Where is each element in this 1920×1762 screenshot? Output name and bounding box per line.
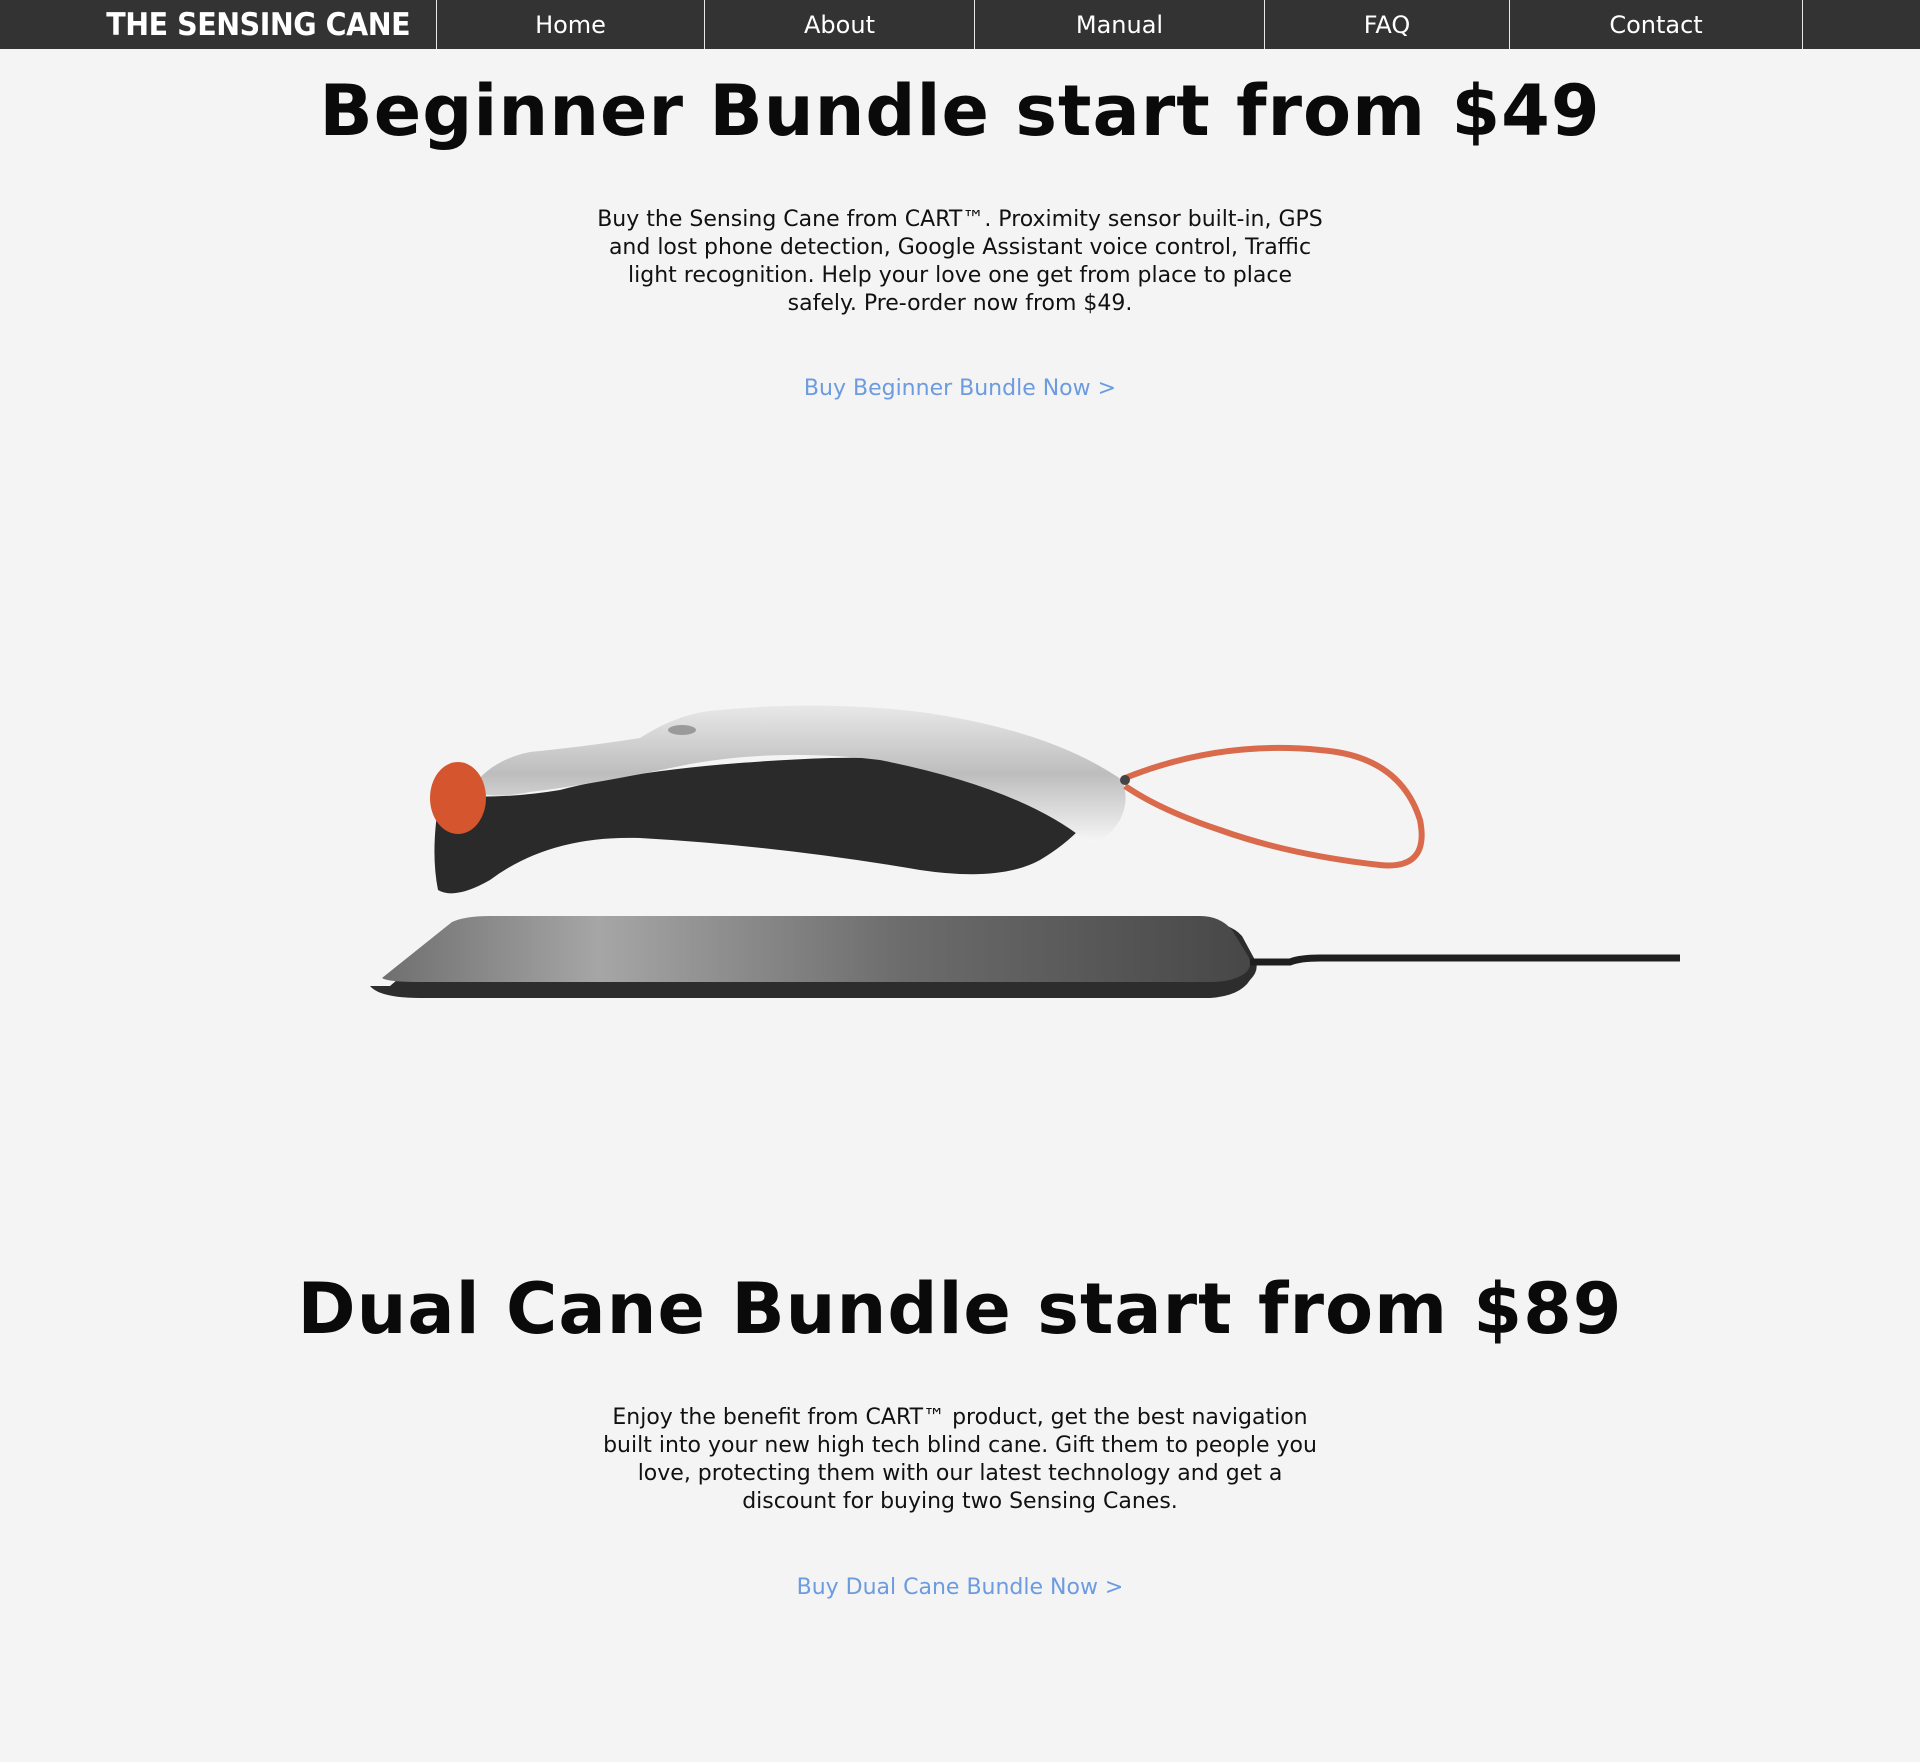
buy-dual-bundle-link[interactable]: Buy Dual Cane Bundle Now > <box>797 1575 1124 1600</box>
cane-handle <box>430 705 1126 894</box>
orange-button-icon <box>430 762 486 834</box>
dual-bundle-section: Dual Cane Bundle start from $89 <box>0 1268 1920 1350</box>
dual-bundle-description-wrap: Enjoy the benefit from CART™ product, ge… <box>0 1404 1920 1516</box>
nav-item-home[interactable]: Home <box>436 0 704 49</box>
beginner-bundle-cta-wrap: Buy Beginner Bundle Now > <box>0 376 1920 401</box>
dual-bundle-description: Enjoy the benefit from CART™ product, ge… <box>603 1405 1317 1514</box>
dual-bundle-title: Dual Cane Bundle start from $89 <box>297 1268 1623 1350</box>
nav-item-label: FAQ <box>1363 10 1411 39</box>
beginner-bundle-section: Beginner Bundle start from $49 <box>0 70 1920 152</box>
beginner-bundle-description: Buy the Sensing Cane from CART™. Proximi… <box>597 207 1323 316</box>
buy-beginner-bundle-link[interactable]: Buy Beginner Bundle Now > <box>804 376 1116 401</box>
nav-divider <box>1802 0 1803 49</box>
dual-bundle-cta-wrap: Buy Dual Cane Bundle Now > <box>0 1575 1920 1600</box>
nav-item-about[interactable]: About <box>704 0 974 49</box>
nav-item-label: About <box>804 10 875 39</box>
sensing-cane-product-image <box>370 705 1680 998</box>
nav-item-label: Home <box>535 10 606 39</box>
nav-item-manual[interactable]: Manual <box>974 0 1264 49</box>
beginner-bundle-description-wrap: Buy the Sensing Cane from CART™. Proximi… <box>0 206 1920 318</box>
brand-logo-text: THE SENSING CANE <box>105 6 410 43</box>
charging-pad <box>370 916 1680 998</box>
beginner-bundle-title: Beginner Bundle start from $49 <box>319 70 1601 152</box>
brand-logo[interactable]: THE SENSING CANE <box>0 0 436 49</box>
nav-item-faq[interactable]: FAQ <box>1264 0 1509 49</box>
nav-item-label: Manual <box>1075 10 1164 39</box>
wrist-strap <box>1120 744 1425 869</box>
nav-item-contact[interactable]: Contact <box>1509 0 1802 49</box>
nav-item-label: Contact <box>1609 10 1703 39</box>
top-nav: THE SENSING CANE Home About Manual FAQ C… <box>0 0 1920 49</box>
